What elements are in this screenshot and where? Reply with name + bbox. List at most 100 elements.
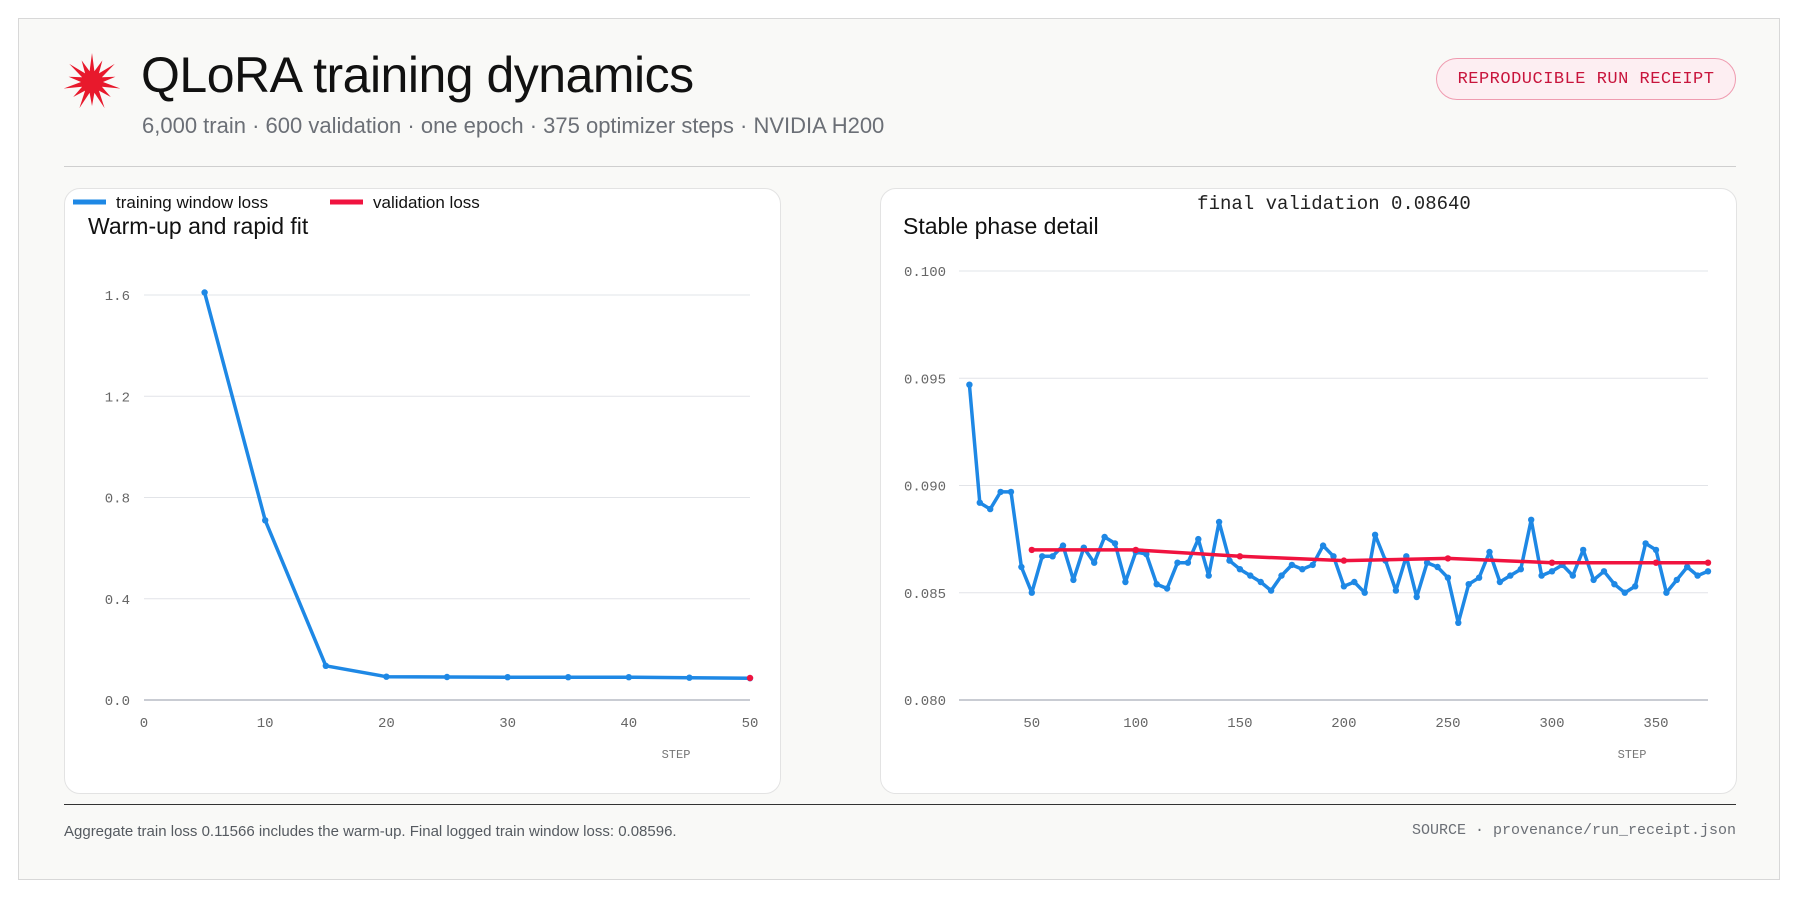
train-loss-point bbox=[1215, 518, 1223, 526]
train-loss-point bbox=[383, 673, 390, 680]
train-loss-point bbox=[1392, 587, 1400, 594]
x-tick-label: 250 bbox=[1435, 716, 1460, 732]
x-axis-label: STEP bbox=[662, 748, 691, 762]
train-loss-point bbox=[1434, 563, 1441, 571]
x-tick-label: 30 bbox=[499, 716, 516, 732]
train-loss-point bbox=[1059, 542, 1067, 549]
chart-title: Stable phase detail bbox=[903, 213, 1099, 239]
y-tick-label: 0.100 bbox=[904, 265, 946, 281]
train-loss-point bbox=[1247, 572, 1254, 579]
train-loss-point bbox=[1163, 585, 1171, 592]
train-loss-point bbox=[987, 505, 994, 513]
train-loss-point bbox=[1632, 583, 1639, 590]
train-loss-point bbox=[201, 289, 208, 296]
train-loss-point bbox=[1039, 553, 1046, 560]
legend: training window loss validation loss bbox=[73, 193, 480, 212]
legend-validation-label: validation loss bbox=[373, 193, 480, 212]
train-loss-point bbox=[1538, 572, 1545, 579]
train-loss-point bbox=[1278, 572, 1285, 579]
train-loss-point bbox=[976, 499, 983, 506]
train-loss-point bbox=[1548, 568, 1556, 575]
train-loss-point bbox=[1673, 576, 1681, 584]
train-loss-point bbox=[1361, 589, 1368, 596]
train-loss-point bbox=[1590, 576, 1597, 584]
train-loss-point bbox=[1028, 589, 1036, 596]
validation-loss-point bbox=[1340, 557, 1348, 564]
chart-title: Warm-up and rapid fit bbox=[88, 213, 309, 239]
train-loss-point bbox=[1600, 568, 1608, 575]
x-tick-label: 350 bbox=[1643, 716, 1668, 732]
y-tick-label: 0.4 bbox=[105, 593, 130, 609]
x-tick-label: 40 bbox=[620, 716, 637, 732]
train-loss-line bbox=[967, 384, 1709, 625]
train-loss-point bbox=[1184, 559, 1192, 566]
train-loss-point bbox=[1236, 566, 1244, 573]
validation-loss-point bbox=[1548, 559, 1556, 566]
footer-note: Aggregate train loss 0.11566 includes th… bbox=[64, 823, 677, 840]
validation-loss-point bbox=[1028, 546, 1036, 554]
validation-loss-point bbox=[1444, 555, 1452, 562]
footer-divider bbox=[64, 804, 1736, 805]
train-loss-point bbox=[262, 517, 269, 524]
validation-loss-point bbox=[1652, 559, 1660, 566]
train-loss-point bbox=[1517, 566, 1525, 573]
train-loss-point bbox=[1580, 546, 1587, 554]
x-tick-label: 100 bbox=[1123, 716, 1148, 732]
train-loss-point bbox=[1351, 578, 1358, 586]
train-loss-point bbox=[1122, 578, 1129, 586]
y-tick-label: 1.6 bbox=[105, 289, 130, 305]
train-loss-point bbox=[1288, 561, 1296, 569]
train-loss-point bbox=[1309, 561, 1316, 569]
train-loss-point bbox=[1684, 563, 1691, 571]
train-loss-point bbox=[625, 674, 632, 681]
train-loss-point bbox=[322, 662, 329, 669]
y-tick-label: 1.2 bbox=[105, 390, 130, 406]
train-loss-point bbox=[1195, 535, 1202, 543]
x-axis-label: STEP bbox=[1618, 748, 1647, 762]
train-loss-point bbox=[1569, 572, 1577, 579]
train-loss-point bbox=[1652, 546, 1660, 554]
train-loss-point bbox=[1663, 589, 1670, 596]
train-loss-point bbox=[1319, 542, 1327, 549]
train-loss-point bbox=[1174, 559, 1181, 566]
final-validation-annotation: final validation 0.08640 bbox=[1197, 193, 1471, 215]
x-tick-label: 300 bbox=[1539, 716, 1564, 732]
train-loss-line bbox=[202, 292, 751, 680]
y-tick-label: 0.8 bbox=[105, 492, 130, 508]
validation-loss-point bbox=[1236, 553, 1244, 560]
chart-2: Stable phase detail 0.080 0.085 0.090 0.095 0… bbox=[903, 213, 1712, 762]
train-loss-point bbox=[1465, 581, 1472, 588]
validation-loss-point bbox=[1704, 559, 1712, 566]
train-loss-point bbox=[1455, 619, 1462, 626]
train-loss-point bbox=[1496, 578, 1504, 586]
source-reference: SOURCE · provenance/run_receipt.json bbox=[1411, 822, 1736, 839]
x-tick-label: 20 bbox=[378, 716, 395, 732]
train-loss-point bbox=[1694, 572, 1701, 579]
x-tick-label: 150 bbox=[1227, 716, 1252, 732]
train-loss-point bbox=[997, 488, 1004, 496]
train-loss-point bbox=[1205, 572, 1212, 579]
train-loss-point bbox=[1257, 578, 1264, 586]
y-tick-label: 0.085 bbox=[904, 587, 946, 603]
train-loss-point bbox=[504, 674, 511, 681]
train-loss-point bbox=[1642, 540, 1649, 547]
train-loss-point bbox=[1444, 574, 1452, 581]
y-tick-label: 0.095 bbox=[904, 372, 946, 388]
x-tick-label: 10 bbox=[257, 716, 274, 732]
train-loss-point bbox=[1507, 572, 1514, 579]
train-loss-point bbox=[1091, 559, 1098, 566]
train-loss-point bbox=[1226, 557, 1233, 564]
train-loss-point bbox=[1371, 531, 1379, 538]
train-loss-point bbox=[1267, 587, 1275, 594]
x-tick-label: 200 bbox=[1331, 716, 1356, 732]
train-loss-point bbox=[1101, 533, 1108, 541]
train-loss-point bbox=[1007, 488, 1015, 496]
train-loss-point bbox=[1340, 583, 1348, 590]
validation-loss-point bbox=[746, 674, 754, 682]
legend-train-label: training window loss bbox=[116, 193, 268, 212]
x-tick-label: 50 bbox=[742, 716, 759, 732]
train-loss-point bbox=[1153, 581, 1160, 588]
train-loss-point bbox=[1413, 593, 1420, 601]
train-loss-point bbox=[1621, 589, 1629, 596]
train-loss-point bbox=[1486, 548, 1493, 556]
